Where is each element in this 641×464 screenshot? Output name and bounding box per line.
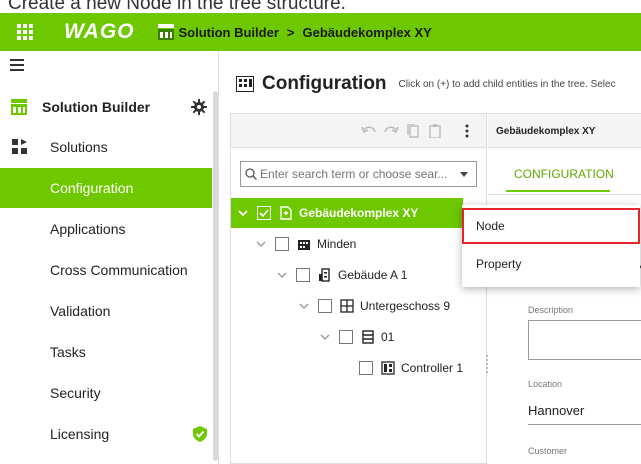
node-checkbox[interactable] — [359, 361, 373, 375]
sidebar-item-solutions[interactable]: Solutions — [0, 127, 212, 167]
context-menu: Node Property — [462, 205, 640, 287]
floor-icon — [340, 299, 354, 313]
building-icon — [319, 268, 330, 282]
menu-item-node[interactable]: Node — [462, 208, 640, 244]
location-label: Location — [528, 379, 563, 389]
shield-check-icon — [193, 426, 207, 442]
sidebar-item-licensing[interactable]: Licensing — [0, 414, 212, 454]
chevron-down-icon[interactable] — [255, 238, 267, 250]
solutions-icon — [12, 139, 27, 154]
tree-node-gebaeudekomplex[interactable]: Gebäudekomplex XY — [231, 198, 463, 228]
breadcrumb-separator: > — [286, 24, 295, 40]
sidebar-header: Solution Builder — [0, 91, 212, 123]
tree-node-room-01[interactable]: 01 — [319, 322, 394, 352]
tree-node-label: Untergeschoss 9 — [360, 299, 451, 313]
breadcrumb-project[interactable]: Gebäudekomplex XY — [302, 25, 431, 40]
tree-node-controller[interactable]: Controller 1 — [359, 353, 463, 383]
tree-panel: Gebäudekomplex XY Minden Gebäude A 1 Unt… — [230, 113, 487, 464]
page-hint: Click on (+) to add child entities in th… — [398, 78, 616, 90]
tree-node-label: Gebäudekomplex XY — [299, 206, 419, 220]
tab-divider — [488, 194, 641, 195]
tree-node-label: Gebäude A 1 — [338, 268, 408, 282]
menu-item-property[interactable]: Property — [462, 246, 640, 282]
configuration-icon — [236, 76, 254, 92]
solution-builder-icon — [11, 99, 27, 115]
tab-configuration[interactable]: CONFIGURATION — [514, 167, 614, 181]
search-icon — [245, 168, 257, 180]
tree-node-untergeschoss[interactable]: Untergeschoss 9 — [298, 291, 450, 321]
sidebar-item-label: Cross Communication — [50, 262, 188, 278]
customer-label: Customer — [528, 446, 568, 456]
sidebar-item-label: Validation — [50, 303, 111, 319]
active-tab-indicator — [506, 190, 610, 192]
sidebar-item-label: Configuration — [50, 180, 134, 196]
tree-node-label: 01 — [381, 330, 395, 344]
copy-icon[interactable] — [405, 124, 421, 138]
room-icon — [362, 330, 374, 344]
node-checkbox[interactable] — [339, 330, 353, 344]
tree-search-field[interactable] — [240, 161, 477, 187]
more-vertical-icon[interactable] — [459, 124, 475, 138]
sidebar-title: Solution Builder — [42, 99, 151, 115]
sidebar-item-tasks[interactable]: Tasks — [0, 332, 212, 372]
sidebar-item-label: Licensing — [50, 426, 110, 442]
tree-node-label: Controller 1 — [401, 361, 464, 375]
chevron-down-icon[interactable] — [460, 172, 468, 177]
location-underline — [528, 424, 641, 425]
solution-builder-icon — [157, 24, 174, 40]
search-input[interactable] — [260, 167, 450, 181]
sidebar-item-label: Tasks — [50, 344, 86, 360]
description-field[interactable] — [528, 320, 641, 360]
description-label: Description — [528, 305, 574, 315]
sidebar-item-label: Security — [50, 385, 101, 401]
location-field[interactable]: Hannover — [528, 403, 584, 418]
sidebar-item-label: Solutions — [50, 139, 108, 155]
node-checkbox[interactable] — [275, 237, 289, 251]
node-checkbox[interactable] — [296, 268, 310, 282]
chevron-down-icon[interactable] — [319, 331, 331, 343]
city-icon — [298, 240, 310, 250]
sidebar-item-applications[interactable]: Applications — [0, 209, 212, 249]
gear-icon[interactable] — [191, 99, 207, 115]
sidebar-item-validation[interactable]: Validation — [0, 291, 212, 331]
sidebar-item-cross-communication[interactable]: Cross Communication — [0, 250, 212, 290]
redo-icon[interactable] — [383, 124, 399, 138]
app-grid-icon[interactable] — [14, 21, 36, 43]
detail-header: Gebäudekomplex XY — [488, 114, 641, 148]
sidebar-item-label: Applications — [50, 221, 126, 237]
chevron-down-icon[interactable] — [276, 269, 288, 281]
wago-logo: WAGO — [64, 20, 135, 43]
tree-node-minden[interactable]: Minden — [255, 229, 356, 259]
building-node-icon — [280, 206, 292, 220]
chevron-down-icon[interactable] — [298, 300, 310, 312]
tree-node-label: Minden — [317, 237, 357, 251]
node-checkbox[interactable] — [318, 299, 332, 313]
sidebar-scrollbar[interactable] — [213, 91, 218, 461]
breadcrumb-app[interactable]: Solution Builder — [179, 25, 279, 40]
node-checkbox[interactable] — [257, 206, 271, 220]
chevron-down-icon[interactable] — [237, 207, 249, 219]
tree-toolbar — [231, 114, 486, 148]
paste-icon[interactable] — [427, 124, 443, 138]
page-title: Configuration — [262, 73, 387, 94]
menu-icon[interactable] — [10, 59, 24, 74]
controller-icon — [381, 361, 395, 375]
undo-icon[interactable] — [361, 124, 377, 138]
sidebar: Solution Builder Solutions Configuration… — [0, 51, 219, 464]
sidebar-item-security[interactable]: Security — [0, 373, 212, 413]
main-header: Configuration Click on (+) to add child … — [236, 73, 616, 95]
sidebar-item-configuration[interactable]: Configuration — [0, 168, 212, 208]
top-bar: WAGO Solution Builder > Gebäudekomplex X… — [0, 13, 641, 51]
tree-node-gebaeude-a1[interactable]: Gebäude A 1 — [276, 260, 407, 290]
